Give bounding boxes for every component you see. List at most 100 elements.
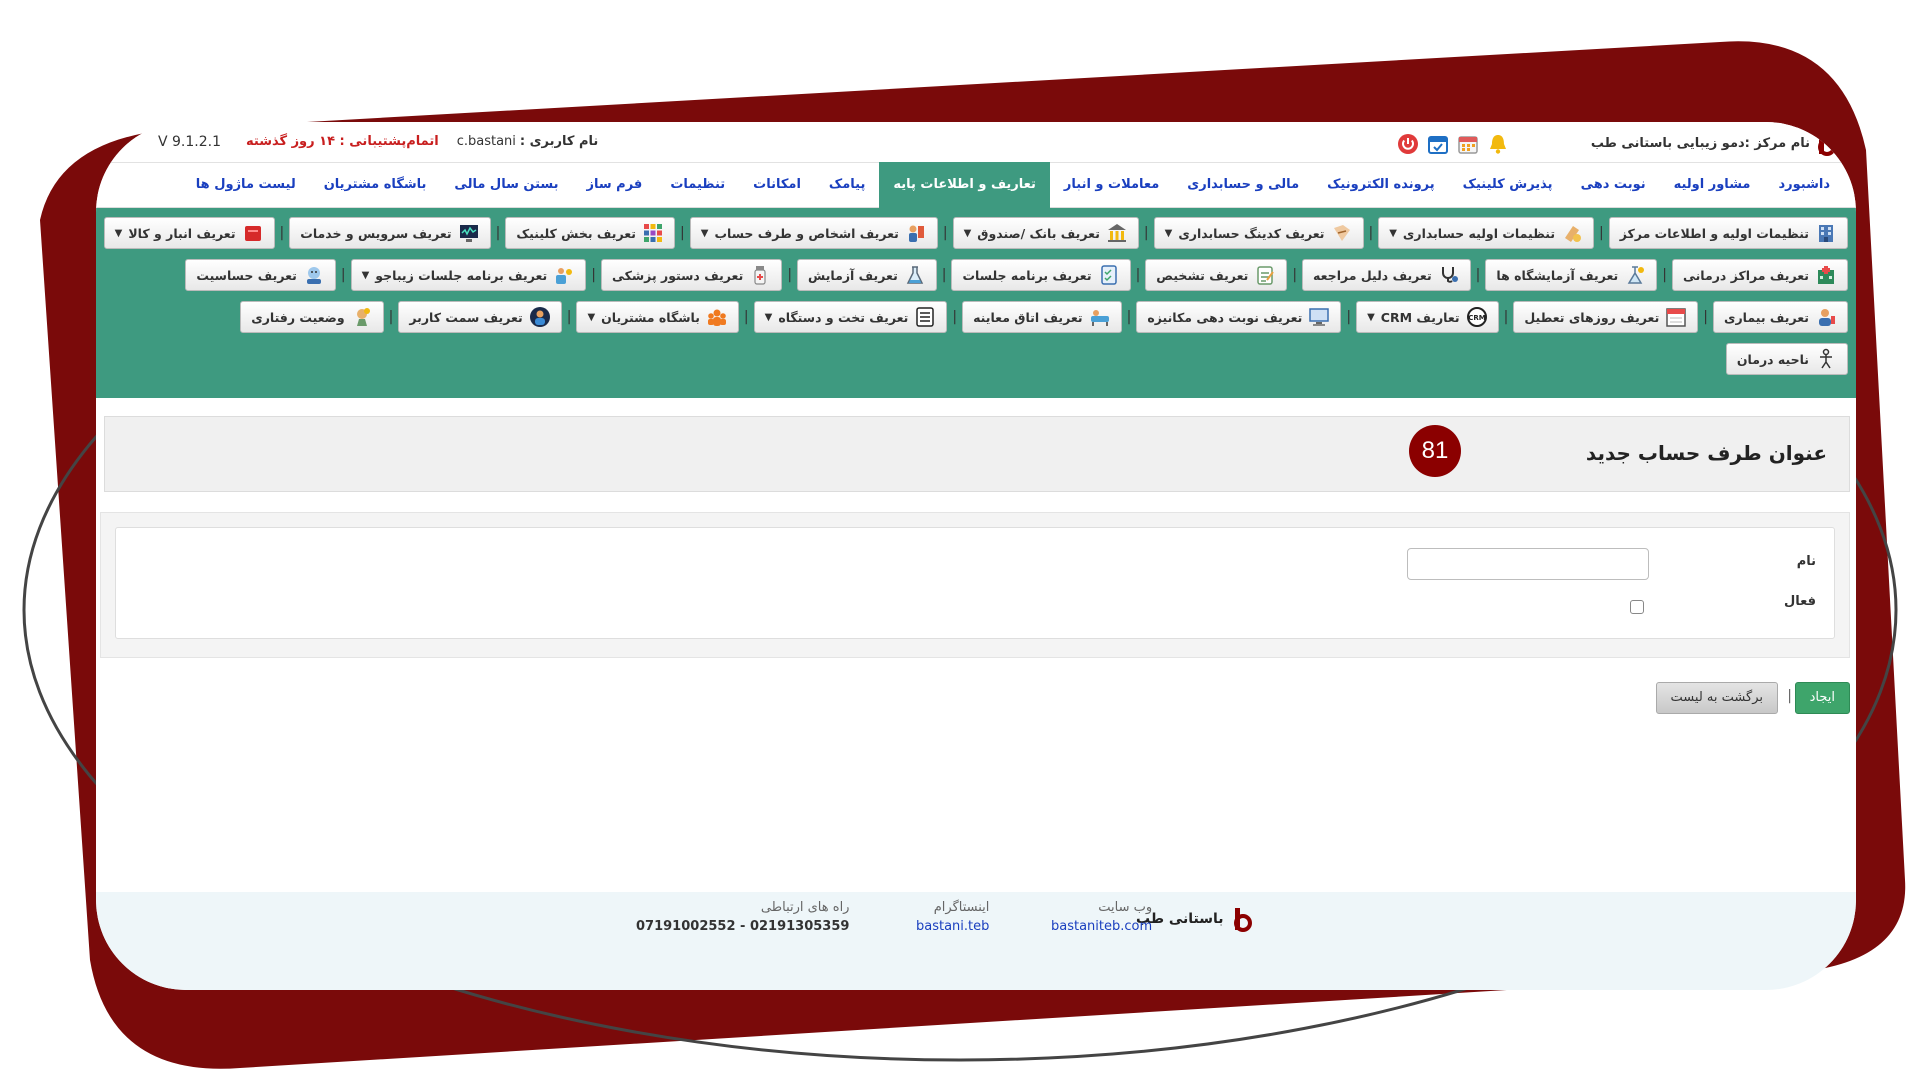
submenu-button-behavior[interactable]: وضعیت رفتاری <box>240 301 384 333</box>
calendar-icon[interactable] <box>1456 132 1480 156</box>
back-to-list-button[interactable]: برگشت به لیست <box>1655 682 1778 714</box>
nav-item-9[interactable]: امکانات <box>739 162 815 208</box>
submenu-separator: | <box>1475 267 1481 283</box>
caret-down-icon: ▼ <box>1164 227 1173 239</box>
submenu-button-exam-room[interactable]: تعریف اتاق معاینه <box>962 301 1122 333</box>
user-info: نام کاربری : c.bastani اتمام‌پشتیبانی : … <box>246 134 598 149</box>
instagram-label: اینستاگرام <box>933 900 990 915</box>
nav-item-7[interactable]: تعاریف و اطلاعات پایه <box>879 162 1050 208</box>
version-label: V 9.1.2.1 <box>158 134 222 150</box>
nav-item-3[interactable]: پذیرش کلینیک <box>1449 162 1567 208</box>
submenu-separator: | <box>566 309 572 325</box>
nav-item-10[interactable]: تنظیمات <box>656 162 739 208</box>
holiday-calendar-icon <box>1665 306 1687 328</box>
nav-item-1[interactable]: مشاور اولیه <box>1660 162 1765 208</box>
allergy-icon <box>303 264 325 286</box>
submenu-separator: | <box>1503 309 1509 325</box>
submenu-button-holiday-calendar[interactable]: تعریف روزهای تعطیل <box>1513 301 1699 333</box>
coding-icon <box>1331 222 1353 244</box>
submenu-button-beauty[interactable]: تعریف برنامه جلسات زیباجو ▼ <box>350 259 587 291</box>
submenu-button-stethoscope[interactable]: تعریف دلیل مراجعه <box>1302 259 1471 291</box>
center-name: نام مرکز :دمو زیبایی باستانی طب <box>1590 135 1810 151</box>
nav-item-0[interactable]: داشبورد <box>1764 162 1844 208</box>
submenu-button-bank[interactable]: تعریف بانک /صندوق ▼ <box>952 217 1139 249</box>
submenu-row-2: تعریف بیماری | تعریف روزهای تعطیل | CRM تعاری… <box>96 300 1848 334</box>
base-definitions-submenu: تنظیمات اولیه و اطلاعات مرکز | تنظیمات اول… <box>96 208 1856 398</box>
submenu-button-allergy[interactable]: تعریف حساسیت <box>185 259 336 291</box>
submenu-separator: | <box>591 267 596 283</box>
submenu-separator: | <box>1703 309 1709 325</box>
nav-item-4[interactable]: پرونده الکترونیک <box>1313 162 1449 208</box>
form-panel: نام فعال <box>100 512 1850 658</box>
grid-icon <box>642 222 664 244</box>
submenu-button-building[interactable]: تنظیمات اولیه و اطلاعات مرکز <box>1608 217 1848 249</box>
submenu-button-grid[interactable]: تعریف بخش کلینیک <box>505 217 676 249</box>
submenu-button-label: تعریف دلیل مراجعه <box>1313 267 1432 283</box>
caret-down-icon: ▼ <box>764 311 773 323</box>
submenu-button-computer[interactable]: تعریف نوبت دهی مکانیزه <box>1136 301 1342 333</box>
nav-item-6[interactable]: معاملات و انبار <box>1050 162 1173 208</box>
submenu-button-club[interactable]: باشگاه مشتریان ▼ <box>576 301 739 333</box>
main-nav: داشبورد مشاور اولیه نوبت دهی پذیرش کلینیک پر… <box>96 162 1856 208</box>
calculator-icon <box>1561 222 1583 244</box>
instagram-link[interactable]: bastani.teb <box>916 919 989 934</box>
submenu-button-user-role[interactable]: تعریف سمت کاربر <box>398 301 562 333</box>
name-label: نام <box>1796 554 1816 569</box>
submenu-button-hospital[interactable]: تعریف مراکز درمانی <box>1671 259 1848 291</box>
nav-item-13[interactable]: باشگاه مشتریان <box>310 162 441 208</box>
user-role-icon <box>529 306 551 328</box>
power-icon[interactable] <box>1396 132 1420 156</box>
crm-icon: CRM <box>1466 306 1488 328</box>
submenu-button-flask[interactable]: تعریف آزمایش <box>797 259 937 291</box>
submenu-button-label: تعریف برنامه جلسات <box>962 267 1092 283</box>
footer-contact: راه های ارتباطی 07191002552 - 0219130535… <box>636 900 849 934</box>
nav-item-14[interactable]: لیست ماژول ها <box>182 162 310 208</box>
nav-item-5[interactable]: مالی و حسابداری <box>1173 162 1313 208</box>
submenu-button-label: تعریف اشخاص و طرف حساب <box>714 225 899 241</box>
step-badge: 81 <box>1409 425 1461 477</box>
user-value: c.bastani <box>456 134 516 149</box>
user-label: نام کاربری : <box>519 134 599 149</box>
nav-item-11[interactable]: فرم ساز <box>573 162 657 208</box>
submenu-button-label: تعریف مراکز درمانی <box>1682 267 1809 283</box>
calendar-check-icon[interactable] <box>1426 132 1450 156</box>
submenu-row-3: ناحیه درمان <box>96 342 1848 376</box>
submenu-button-lab[interactable]: تعریف آزمایشگاه ها <box>1485 259 1658 291</box>
submenu-button-label: تعریف بانک /صندوق <box>977 225 1100 241</box>
support-status: اتمام‌پشتیبانی : ۱۴ روز گذشته <box>246 134 439 149</box>
submenu-button-bed-list[interactable]: تعریف تخت و دستگاه ▼ <box>753 301 948 333</box>
website-link[interactable]: bastaniteb.com <box>1051 919 1152 934</box>
submenu-button-body[interactable]: ناحیه درمان <box>1725 343 1848 375</box>
submenu-button-medicine[interactable]: تعریف دستور پزشکی <box>600 259 783 291</box>
bank-icon <box>1106 222 1128 244</box>
submenu-button-patient[interactable]: تعریف بیماری <box>1713 301 1848 333</box>
submenu-button-label: ناحیه درمان <box>1736 351 1809 367</box>
beauty-icon <box>553 264 575 286</box>
submenu-separator: | <box>942 225 948 241</box>
submenu-button-coding[interactable]: تعریف کدینگ حسابداری ▼ <box>1153 217 1364 249</box>
submenu-separator: | <box>1292 267 1298 283</box>
submenu-button-clipboard[interactable]: تعریف تشخیص <box>1145 259 1288 291</box>
submenu-button-people[interactable]: تعریف اشخاص و طرف حساب ▼ <box>689 217 938 249</box>
active-label: فعال <box>1783 594 1816 609</box>
name-input[interactable] <box>1407 548 1649 580</box>
submenu-button-calculator[interactable]: تنظیمات اولیه حسابداری ▼ <box>1378 217 1595 249</box>
bell-icon[interactable] <box>1486 132 1510 156</box>
title-panel: عنوان طرف حساب جدید 81 <box>104 416 1850 492</box>
nav-item-8[interactable]: پیامک <box>815 162 879 208</box>
submenu-button-crm[interactable]: CRM تعاریف CRM ▼ <box>1356 301 1499 333</box>
submenu-button-label: تعریف بخش کلینیک <box>516 225 637 241</box>
submenu-button-box[interactable]: تعریف انبار و کالا ▼ <box>103 217 275 249</box>
footer-brand: باستانی طب <box>1136 906 1252 932</box>
flask-icon <box>904 264 926 286</box>
active-checkbox[interactable] <box>1630 600 1644 614</box>
submenu-button-label: تعریف سرویس و خدمات <box>300 225 452 241</box>
submenu-button-monitor[interactable]: تعریف سرویس و خدمات <box>289 217 491 249</box>
nav-item-2[interactable]: نوبت دهی <box>1567 162 1660 208</box>
submenu-separator: | <box>495 225 501 241</box>
behavior-icon <box>351 306 373 328</box>
submenu-button-checklist[interactable]: تعریف برنامه جلسات <box>951 259 1131 291</box>
create-button[interactable]: ایجاد <box>1794 682 1850 714</box>
submenu-button-label: تنظیمات اولیه و اطلاعات مرکز <box>1619 225 1809 241</box>
nav-item-12[interactable]: بستن سال مالی <box>440 162 572 208</box>
